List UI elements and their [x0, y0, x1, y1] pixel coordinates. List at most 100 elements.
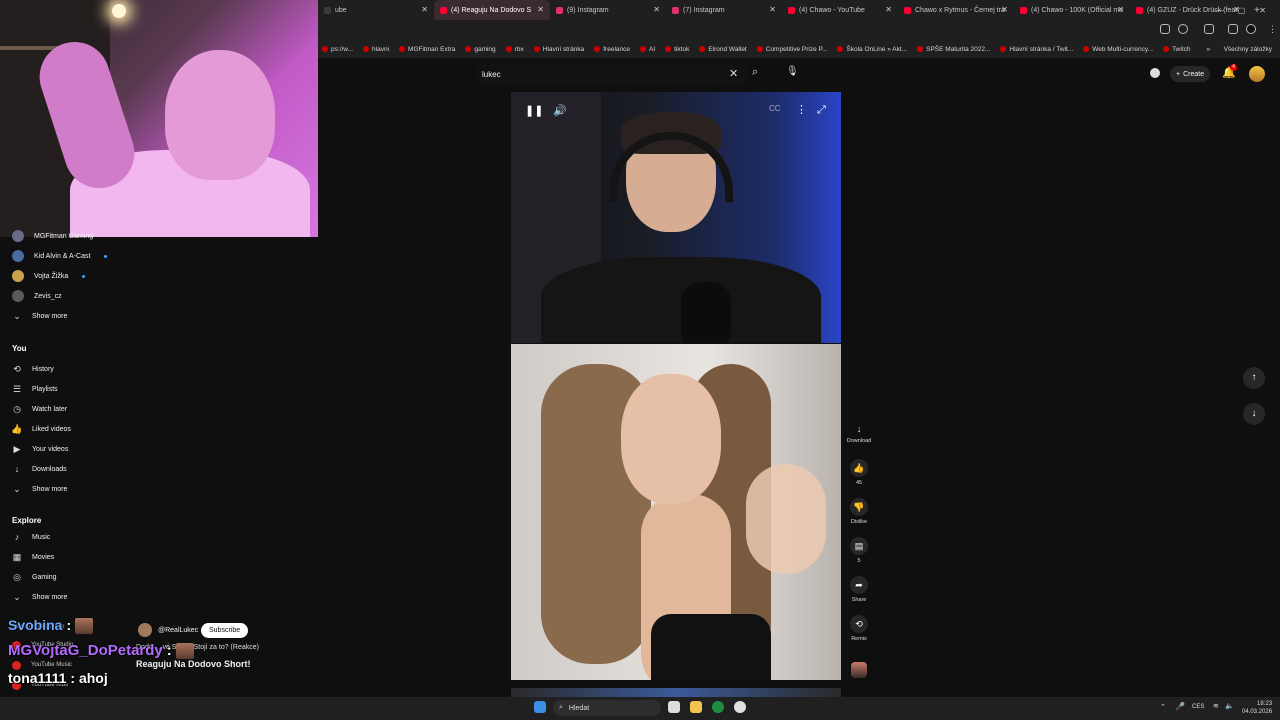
browser-tab[interactable]: (4) Reaguju Na Dodovo S ✕	[434, 0, 550, 20]
task-view-icon[interactable]	[668, 701, 680, 713]
install-icon[interactable]	[1160, 24, 1170, 34]
search-icon[interactable]: ⌕	[752, 66, 758, 79]
account-avatar[interactable]	[1249, 66, 1265, 82]
bookmark-item[interactable]: ps://w...	[322, 46, 353, 53]
you-heading[interactable]: You	[12, 344, 27, 353]
history-icon: ⟲	[13, 363, 21, 374]
sidebar-item[interactable]: ▦ Movies	[0, 548, 115, 566]
sidebar-item[interactable]: ◎ Gaming	[0, 568, 115, 586]
sidebar-item[interactable]: ⌄ Show more	[0, 307, 115, 325]
clear-search-icon[interactable]: ✕	[729, 67, 738, 80]
bookmark-item[interactable]: freelance	[594, 46, 630, 53]
tab-close-icon[interactable]: ✕	[653, 5, 660, 14]
like-action[interactable]: 👍 45	[845, 459, 873, 486]
pause-icon[interactable]: ❚❚	[525, 104, 543, 117]
chrome-icon[interactable]	[712, 701, 724, 713]
subscribe-button[interactable]: Subscribe	[201, 623, 249, 638]
bookmark-item[interactable]: hlavni	[363, 46, 389, 53]
fullscreen-icon[interactable]: ⤢	[817, 104, 826, 117]
clock[interactable]: 18:23 04.03.2026	[1242, 700, 1272, 716]
app-icon[interactable]	[734, 701, 746, 713]
browser-tab[interactable]: (4) Chawo - YouTube ✕	[782, 0, 898, 20]
tab-close-icon[interactable]: ✕	[769, 5, 776, 14]
cast-icon[interactable]	[1150, 68, 1160, 78]
tab-close-icon[interactable]: ✕	[1001, 5, 1008, 14]
sidebar-item[interactable]: MGFitman Gaming	[0, 227, 115, 245]
star-icon[interactable]	[1178, 24, 1188, 34]
tab-favicon-icon	[1020, 6, 1027, 14]
bookmark-item[interactable]: SPŠE Maturita 2022...	[917, 46, 990, 53]
sidebar-item[interactable]: Zevis_cz	[0, 287, 115, 305]
bookmark-item[interactable]: Web Multi-currency...	[1083, 46, 1153, 53]
bookmark-item[interactable]: MGFitman Extra	[399, 46, 455, 53]
minimize-icon[interactable]: —	[1216, 6, 1224, 15]
channel-avatar[interactable]	[138, 623, 152, 637]
share-action[interactable]: ➦ Share	[845, 576, 873, 603]
comment-count: 5	[857, 558, 861, 564]
profile-sync-icon[interactable]	[1228, 24, 1238, 34]
sidebar-item[interactable]: Kid Alvin & A-Cast	[0, 247, 115, 265]
bookmark-item[interactable]: Hlavní stránka / Twit...	[1000, 46, 1073, 53]
short-video-player[interactable]: ❚❚ 🔊 CC ⋮ ⤢	[511, 92, 841, 343]
speaker-icon[interactable]: 🔈	[1225, 702, 1234, 710]
remix-action[interactable]: ⟲ Remix	[845, 615, 873, 642]
sound-thumbnail[interactable]	[851, 662, 867, 678]
file-explorer-icon[interactable]	[690, 701, 702, 713]
sidebar-item[interactable]: ↓ Downloads	[0, 460, 115, 478]
sidebar-item[interactable]: Vojta Žižka	[0, 267, 115, 285]
profile-avatar-icon[interactable]	[1246, 24, 1256, 34]
next-short-icon[interactable]: ↓	[1243, 403, 1265, 425]
browser-tab[interactable]: ube ✕	[318, 0, 434, 20]
browser-tab[interactable]: (4) Chawo - 100K (Official mu ✕	[1014, 0, 1130, 20]
volume-icon[interactable]: 🔊	[553, 104, 567, 117]
maximize-icon[interactable]: ▢	[1238, 6, 1246, 15]
bookmark-item[interactable]: rbx	[505, 46, 524, 53]
previous-short-icon[interactable]: ↑	[1243, 367, 1265, 389]
sidebar-item[interactable]: ♪ Music	[0, 528, 115, 546]
all-bookmarks-button[interactable]: Všechny záložky	[1224, 46, 1280, 53]
tab-close-icon[interactable]: ✕	[537, 5, 544, 14]
sidebar-item[interactable]: ⌄ Show more	[0, 588, 115, 606]
more-options-icon[interactable]: ⋮	[796, 103, 807, 116]
bookmark-item[interactable]: tiktok	[665, 46, 689, 53]
browser-tab[interactable]: (7) Instagram ✕	[666, 0, 782, 20]
channel-name[interactable]: @RealLukec	[158, 627, 198, 634]
bookmark-item[interactable]: Škola OnLine » Akt...	[837, 46, 907, 53]
browser-tab[interactable]: Chawo x Rytmus - Černej tra ✕	[898, 0, 1014, 20]
mic-tray-icon[interactable]: 🎤	[1175, 702, 1185, 711]
download-action[interactable]: ↓ Download	[845, 424, 873, 444]
tab-close-icon[interactable]: ✕	[1117, 5, 1124, 14]
bookmark-item[interactable]: gaming	[465, 46, 496, 53]
sidebar-item[interactable]: ⟲ History	[0, 360, 115, 378]
bookmark-item[interactable]: AI	[640, 46, 655, 53]
sidebar-item[interactable]: 👍 Liked videos	[0, 420, 115, 438]
chat-text: : ahoj	[70, 670, 108, 686]
search-input[interactable]: lukec	[482, 70, 501, 79]
create-button[interactable]: + Create	[1170, 66, 1211, 82]
language-indicator[interactable]: CES	[1192, 704, 1204, 710]
tray-chevron-icon[interactable]: ⌃	[1160, 703, 1166, 711]
menu-kebab-icon[interactable]: ⋮	[1268, 24, 1277, 35]
sidebar-item[interactable]: ☰ Playlists	[0, 380, 115, 398]
comments-action[interactable]: ▤ 5	[845, 537, 873, 564]
browser-tab[interactable]: (9) Instagram ✕	[550, 0, 666, 20]
search-box[interactable]: lukec	[476, 63, 748, 85]
sidebar-item[interactable]: ◷ Watch later	[0, 400, 115, 418]
dislike-action[interactable]: 👎 Dislike	[845, 498, 873, 525]
sidebar-item[interactable]: ▶ Your videos	[0, 440, 115, 458]
tab-close-icon[interactable]: ✕	[885, 5, 892, 14]
bookmark-item[interactable]: Twitch	[1163, 46, 1190, 53]
bookmarks-overflow-button[interactable]: »	[1206, 46, 1210, 53]
bookmark-item[interactable]: Elrond Wallet	[699, 46, 747, 53]
captions-icon[interactable]: CC	[769, 104, 781, 113]
taskbar-search[interactable]: ⌕ Hledat	[553, 700, 661, 716]
bookmark-item[interactable]: Competitive Prize P...	[756, 46, 827, 53]
close-window-icon[interactable]: ✕	[1259, 6, 1266, 15]
bookmark-item[interactable]: Hlavní stránka	[533, 46, 584, 53]
extensions-icon[interactable]	[1204, 24, 1214, 34]
tab-close-icon[interactable]: ✕	[421, 5, 428, 14]
sidebar-item[interactable]: ⌄ Show more	[0, 480, 115, 498]
wifi-icon[interactable]: ≋	[1213, 702, 1219, 710]
microphone-icon[interactable]: 🎙	[786, 66, 799, 80]
windows-start-icon[interactable]	[534, 701, 546, 713]
